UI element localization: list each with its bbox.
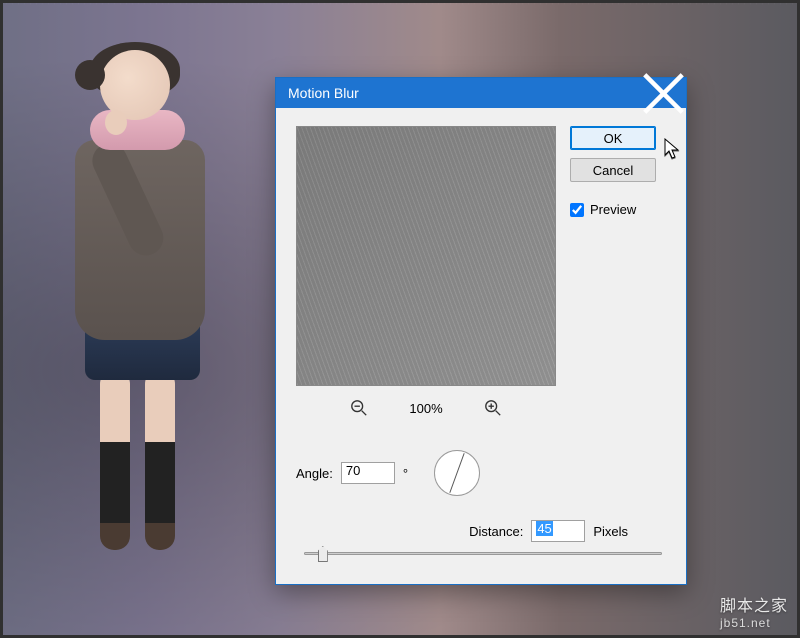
angle-input[interactable]: 70 [341,462,395,484]
zoom-in-button[interactable] [483,398,503,418]
angle-degree-symbol: ° [403,466,408,481]
preview-checkbox[interactable] [570,203,584,217]
zoom-out-icon [350,399,368,417]
dialog-body: 100% OK Cancel Preview Angle: 70 ° [276,108,686,584]
distance-slider[interactable] [296,552,670,555]
preview-label: Preview [590,202,636,217]
angle-label: Angle: [296,466,333,481]
distance-row: Distance: 45 Pixels [296,520,670,542]
zoom-percent: 100% [409,401,442,416]
watermark-url: jb51.net [720,616,788,630]
angle-row: Angle: 70 ° [296,450,670,496]
preview-toggle[interactable]: Preview [570,202,656,217]
dialog-title: Motion Blur [288,85,641,101]
distance-slider-thumb[interactable] [318,546,328,562]
angle-dial-needle [449,453,464,493]
zoom-in-icon [484,399,502,417]
distance-input[interactable]: 45 [531,520,585,542]
angle-dial[interactable] [434,450,480,496]
zoom-out-button[interactable] [349,398,369,418]
distance-label: Distance: [469,524,523,539]
cancel-button[interactable]: Cancel [570,158,656,182]
zoom-controls: 100% [296,398,556,418]
watermark: 脚本之家 jb51.net [720,592,788,630]
distance-unit: Pixels [593,524,628,539]
character-illustration [45,50,215,610]
close-button[interactable] [641,78,686,108]
watermark-text: 脚本之家 [720,598,788,615]
preview-thumbnail[interactable] [296,126,556,386]
dialog-titlebar[interactable]: Motion Blur [276,78,686,108]
motion-blur-dialog: Motion Blur 100% OK Cancel [275,77,687,585]
ok-button[interactable]: OK [570,126,656,150]
